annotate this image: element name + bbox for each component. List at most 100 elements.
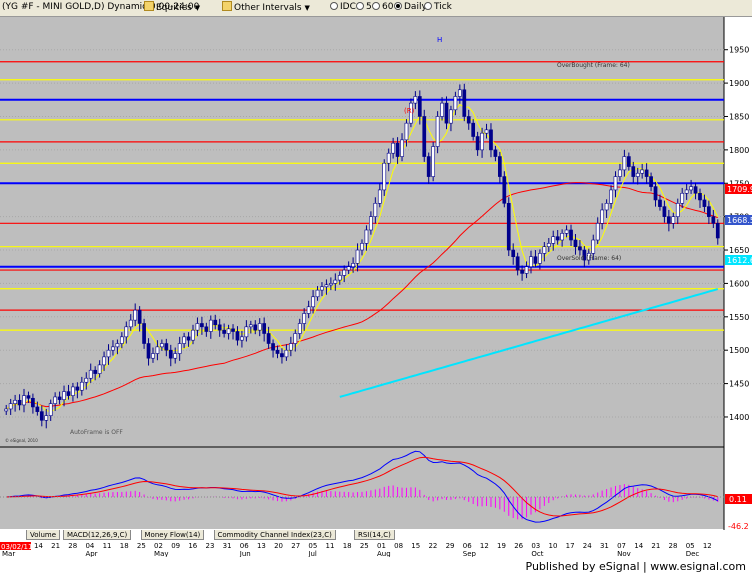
- price-tick-label: 1850: [729, 112, 749, 121]
- candle-body: [675, 202, 680, 217]
- date-day-label: 25: [360, 542, 369, 550]
- candle-body: [288, 343, 293, 351]
- candle-body: [644, 169, 649, 177]
- candle-body: [506, 202, 511, 251]
- candle-body: [266, 333, 271, 344]
- candle-body: [426, 156, 431, 177]
- indicator-tab[interactable]: Money Flow(14): [140, 530, 205, 540]
- candle-body: [493, 149, 498, 157]
- date-day-label: 10: [549, 542, 558, 550]
- candle-body: [400, 139, 404, 157]
- candle-body: [53, 396, 57, 404]
- candle-body: [711, 216, 716, 224]
- radio-daily[interactable]: Daily: [394, 1, 427, 14]
- radio-tick[interactable]: Tick: [424, 1, 452, 14]
- other-intervals-menu[interactable]: Other Intervals ▼: [222, 1, 310, 14]
- date-day-label: 02: [154, 542, 163, 550]
- candle-body: [235, 331, 240, 341]
- candle-body: [457, 89, 462, 97]
- date-day-label: 20: [274, 542, 283, 550]
- date-day-label: 28: [68, 542, 77, 550]
- candle-body: [653, 186, 658, 201]
- candle-body: [560, 233, 564, 241]
- date-month-label: Jul: [307, 550, 317, 557]
- candle-body: [600, 209, 605, 224]
- candle-body: [578, 246, 582, 251]
- candle-body: [475, 136, 480, 151]
- candle-body: [208, 319, 213, 332]
- candle-body: [168, 349, 173, 359]
- candle-body: [146, 343, 151, 359]
- candle-body: [346, 266, 351, 271]
- date-month-label: Sep: [463, 550, 477, 557]
- radio-idc[interactable]: IDC: [330, 1, 356, 14]
- tick-label: Tick: [434, 2, 452, 12]
- candle-body: [253, 324, 258, 331]
- date-day-label: 24: [583, 542, 592, 550]
- equities-menu[interactable]: Equities ▼: [144, 1, 200, 14]
- price-chart[interactable]: 1950190018501800175017001650160015501500…: [0, 17, 752, 530]
- date-day-label: 11: [103, 542, 112, 550]
- candle-body: [435, 116, 440, 147]
- candle-body: [595, 223, 600, 241]
- candle-body: [213, 319, 218, 326]
- candle-body: [707, 206, 711, 217]
- radio-5[interactable]: 5: [356, 1, 372, 14]
- date-day-label: 21: [651, 542, 660, 550]
- candle-body: [591, 239, 596, 254]
- candle-body: [4, 408, 9, 412]
- candle-body: [106, 349, 111, 358]
- candle-body: [626, 156, 631, 167]
- candle-body: [511, 249, 516, 258]
- price-tick-label: 1950: [729, 46, 749, 55]
- candle-body: [111, 346, 115, 351]
- candle-body: [75, 386, 80, 391]
- indicator-tab[interactable]: Volume: [26, 530, 61, 540]
- candle-body: [609, 189, 613, 204]
- candle-body: [155, 346, 160, 354]
- price-tick-label: 1900: [729, 79, 749, 88]
- candle-body: [284, 349, 289, 358]
- toolbar: (YG #F - MINI GOLD,D) Dynamic,0:00-24:00…: [0, 0, 752, 17]
- candle-body: [244, 326, 249, 338]
- candle-body: [142, 323, 146, 344]
- date-day-label: 12: [703, 542, 712, 550]
- date-day-label: 15: [411, 542, 420, 550]
- candle-body: [524, 266, 529, 274]
- folder-icon: [144, 1, 154, 11]
- candle-body: [440, 102, 444, 117]
- candle-body: [373, 202, 378, 217]
- candle-body: [542, 246, 547, 254]
- radio-60[interactable]: 60: [372, 1, 393, 14]
- date-day-label: 01: [377, 542, 386, 550]
- candle-body: [382, 162, 387, 191]
- candle-body: [529, 256, 533, 268]
- indicator-tab[interactable]: Commodity Channel Index(23,C): [213, 530, 336, 540]
- date-day-label: 14: [34, 542, 43, 550]
- candle-body: [102, 356, 106, 366]
- candle-body: [466, 116, 471, 124]
- candle-body: [662, 206, 667, 217]
- candle-body: [311, 296, 315, 308]
- candle-body: [164, 343, 169, 351]
- candle-body: [151, 353, 155, 359]
- candle-body: [569, 229, 573, 241]
- indicator-tab[interactable]: MACD(12,26,9,C): [63, 530, 132, 540]
- date-day-label: 26: [514, 542, 523, 550]
- radio-selected-icon: [394, 2, 402, 10]
- price-tick-label: 1550: [729, 313, 749, 322]
- candle-body: [533, 256, 538, 264]
- date-day-label: 11: [326, 542, 335, 550]
- candle-body: [248, 324, 253, 328]
- candle-body: [315, 289, 320, 298]
- candle-body: [449, 109, 453, 124]
- candle-body: [297, 323, 302, 334]
- candle-body: [667, 216, 671, 224]
- price-panel-bg: [0, 17, 724, 447]
- candle-body: [231, 328, 235, 332]
- candle-body: [689, 186, 693, 191]
- indicator-tab[interactable]: RSI(14,C): [354, 530, 395, 540]
- current-date-text: 03/02/11: [1, 543, 32, 551]
- date-month-label: Apr: [85, 550, 97, 557]
- candle-body: [137, 309, 142, 324]
